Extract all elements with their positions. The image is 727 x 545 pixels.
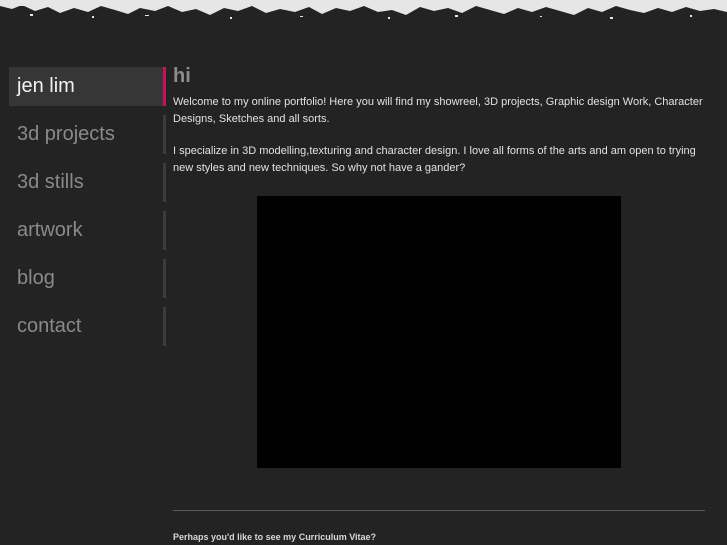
nav-item-3d-projects[interactable]: 3d projects [9, 115, 166, 154]
nav-item-divider [163, 163, 166, 202]
showreel-video-player[interactable] [257, 196, 621, 468]
nav-item-divider [163, 307, 166, 346]
nav-item-artwork[interactable]: artwork [9, 211, 166, 250]
nav-item-divider [163, 259, 166, 298]
nav-item-label: jen lim [17, 75, 75, 97]
intro-paragraph: Welcome to my online portfolio! Here you… [173, 96, 703, 125]
main-nav: jen lim 3d projects 3d stills artwork bl… [9, 67, 166, 355]
content-divider [173, 510, 705, 511]
nav-item-label: blog [17, 267, 55, 289]
nav-item-label: 3d stills [17, 171, 84, 193]
nav-active-indicator [163, 67, 166, 106]
main-content: hi Welcome to my online portfolio! Here … [173, 64, 705, 192]
nav-item-divider [163, 211, 166, 250]
nav-item-label: 3d projects [17, 123, 115, 145]
nav-item-blog[interactable]: blog [9, 259, 166, 298]
cv-link[interactable]: Perhaps you'd like to see my Curriculum … [173, 532, 376, 542]
nav-item-3d-stills[interactable]: 3d stills [9, 163, 166, 202]
nav-item-divider [163, 115, 166, 154]
grunge-header-border [0, 0, 727, 19]
page-title: hi [173, 65, 191, 87]
nav-item-label: contact [17, 315, 82, 337]
nav-item-label: artwork [17, 219, 83, 241]
nav-item-jen-lim[interactable]: jen lim [9, 67, 166, 106]
nav-item-contact[interactable]: contact [9, 307, 166, 346]
page: jen lim 3d projects 3d stills artwork bl… [0, 0, 727, 545]
specialty-paragraph: I specialize in 3D modelling,texturing a… [173, 145, 696, 174]
